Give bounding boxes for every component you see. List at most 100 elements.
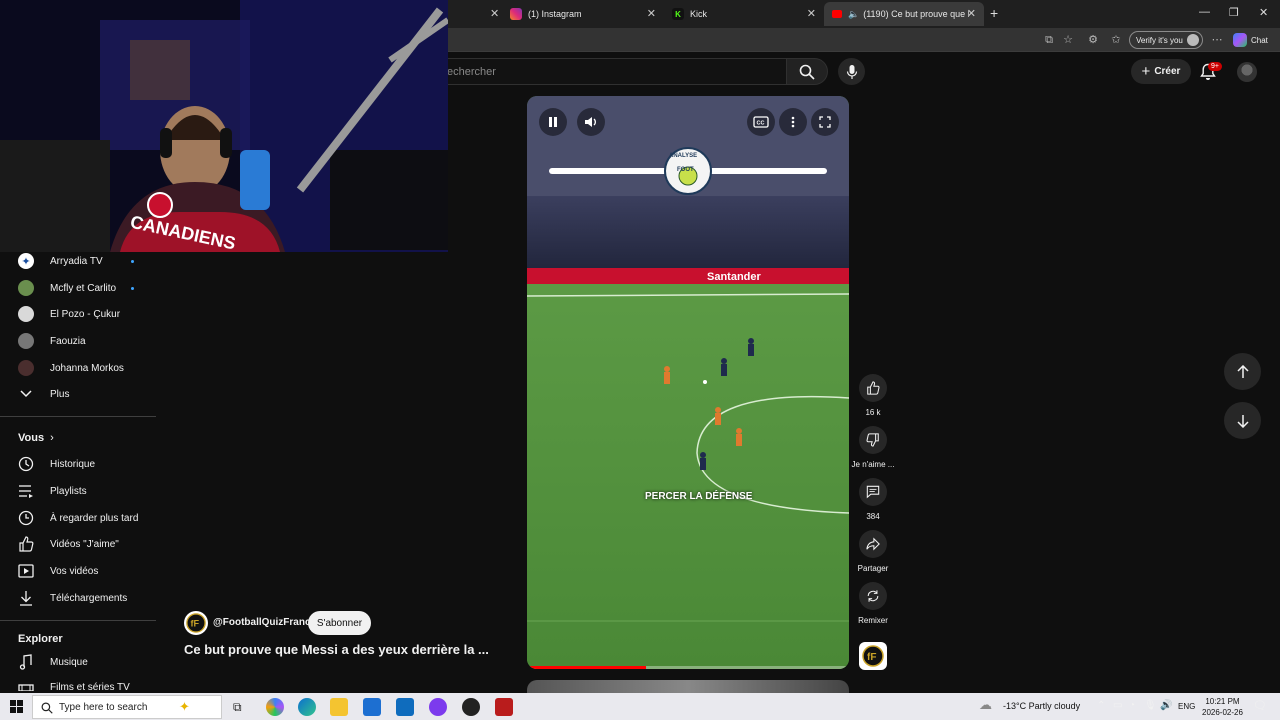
sidebar-item-music[interactable]: Musique [18,649,88,675]
app-icon[interactable] [462,698,480,716]
channel-logo-text: FOOT [677,167,694,173]
channel-avatar[interactable]: fF [184,611,208,635]
weather-status[interactable]: -13°C Partly cloudy [1003,701,1080,711]
restore-icon[interactable]: ❐ [1229,6,1239,19]
football-match-frame [527,96,849,669]
volume-button[interactable] [577,108,605,136]
account-avatar[interactable] [1237,62,1257,82]
remix-button[interactable] [859,582,887,610]
sidebar-item-label: À regarder plus tard [50,512,139,524]
sidebar-item-arryadia-tv[interactable]: ✦ Arryadia TV [18,248,103,274]
next-short-button[interactable] [1224,402,1261,439]
volume-icon[interactable]: 🔊 [1160,700,1172,711]
captions-button[interactable]: CC [747,108,775,136]
sidebar-item-el-pozo[interactable]: El Pozo - Çukur [18,301,120,327]
new-content-dot [131,260,134,263]
video-title[interactable]: Ce but prouve que Messi a des yeux derri… [184,642,489,657]
edge-taskbar-icon[interactable] [298,698,316,716]
sidebar-item-label: Films et séries TV [50,682,130,693]
tab-youtube[interactable]: 🔈 (1190) Ce but prouve que Me ✕ [824,2,984,26]
close-tab-icon[interactable]: ✕ [967,7,976,20]
search-icon [41,702,53,714]
svg-text:fF: fF [867,652,876,663]
fullscreen-button[interactable] [811,108,839,136]
volume-icon [585,117,596,127]
more-icon[interactable]: ⋯ [1210,33,1224,47]
search-button[interactable] [786,58,828,85]
more-options-button[interactable] [779,108,807,136]
discord-icon[interactable] [429,698,447,716]
sidebar-item-watch-later[interactable]: À regarder plus tard [18,505,138,531]
voice-search-button[interactable] [838,58,865,85]
file-explorer-icon[interactable] [330,698,348,716]
sidebar-item-your-videos[interactable]: Vos vidéos [18,558,98,584]
sidebar-item-playlists[interactable]: Playlists [18,478,87,504]
close-tab-icon[interactable]: ✕ [807,7,816,20]
like-button[interactable] [859,374,887,402]
store-icon[interactable] [363,698,381,716]
sidebar-item-label: Musique [50,656,88,668]
notification-center-icon[interactable]: 🗨 [1253,699,1267,712]
next-short-preview[interactable] [527,680,849,693]
previous-short-button[interactable] [1224,353,1261,390]
search-input[interactable]: echercher [440,58,786,85]
copilot-chat-button[interactable]: Chat [1233,33,1268,47]
sidebar-item-films[interactable]: Films et séries TV [18,676,130,693]
favorite-icon[interactable]: ☆ [1061,33,1075,47]
subscribe-button[interactable]: S'abonner [308,611,371,635]
taskbar-search-placeholder: Type here to search [59,701,148,713]
sidebar-item-mcfly-et-carlito[interactable]: Mcfly et Carlito [18,275,116,301]
language-indicator[interactable]: ENG [1178,702,1195,711]
pause-button[interactable] [539,108,567,136]
outlook-icon[interactable] [396,698,414,716]
channel-thumbnail[interactable]: fF [859,642,887,670]
speaker-icon[interactable]: 🔈 [848,9,859,20]
copilot-taskbar-icon[interactable] [266,698,284,716]
shorts-video-player[interactable]: ANALYSE FOOT Santander PERCER LA DÉFENSE… [527,96,849,669]
windows-start-icon[interactable] [10,700,23,713]
sidebar-item-johanna-morkos[interactable]: Johanna Morkos [18,355,124,381]
instagram-icon [510,8,522,20]
channel-avatar [18,360,34,376]
verify-profile-button[interactable]: Verify it's you [1129,31,1203,49]
channel-avatar: ✦ [18,253,34,269]
create-button[interactable]: + Créer [1131,59,1191,84]
sidebar-item-history[interactable]: Historique [18,451,95,477]
taskbar-clock[interactable]: 10:21 PM 2026-02-26 [1202,696,1243,718]
wifi-icon[interactable]: ◔ [1129,700,1135,711]
favorites-icon[interactable]: ✩ [1109,33,1123,47]
minimize-icon[interactable]: — [1199,6,1210,18]
sidebar-item-downloads[interactable]: Téléchargements [18,585,127,611]
share-button[interactable] [859,530,887,558]
extensions-icon[interactable]: ⚙ [1086,33,1100,47]
close-tab-icon[interactable]: ✕ [647,7,656,20]
taskbar-search-input[interactable]: Type here to search ✦ [32,695,222,719]
sidebar-item-liked-videos[interactable]: Vidéos "J'aime" [18,531,119,557]
sidebar-you-heading[interactable]: Vous › [18,432,54,444]
network-icon[interactable]: ▭ [1113,700,1122,711]
video-progress-track[interactable] [527,666,849,669]
like-icon [19,536,34,552]
dislike-button[interactable] [859,426,887,454]
tab-kick[interactable]: K Kick ✕ [664,2,824,26]
share-label: Partager [857,564,889,573]
voicemeeter-icon[interactable] [495,698,513,716]
channel-logo-text: ANALYSE [669,153,698,159]
screen-share-icon[interactable]: ⧉ [1042,33,1056,47]
microphone-icon[interactable]: 🎙 [1144,700,1157,711]
close-window-icon[interactable]: ✕ [1259,6,1268,19]
tray-chevron-up-icon[interactable]: ⌃ [1097,700,1105,711]
search-placeholder: echercher [447,66,496,78]
youtube-icon [832,10,842,18]
comments-button[interactable] [859,478,887,506]
channel-handle[interactable]: @FootballQuizFrance [213,617,316,628]
task-view-icon[interactable]: ⧉ [233,700,242,715]
sidebar-more-button[interactable]: Plus [18,381,69,407]
fullscreen-icon [819,116,831,128]
sponsor-board: Santander [707,271,761,283]
tab-instagram[interactable]: (1) Instagram ✕ [502,2,664,26]
close-tab-icon[interactable]: ✕ [490,7,499,20]
sidebar-item-faouzia[interactable]: Faouzia [18,328,86,354]
new-tab-button[interactable]: + [990,5,998,21]
channel-avatar [18,306,34,322]
